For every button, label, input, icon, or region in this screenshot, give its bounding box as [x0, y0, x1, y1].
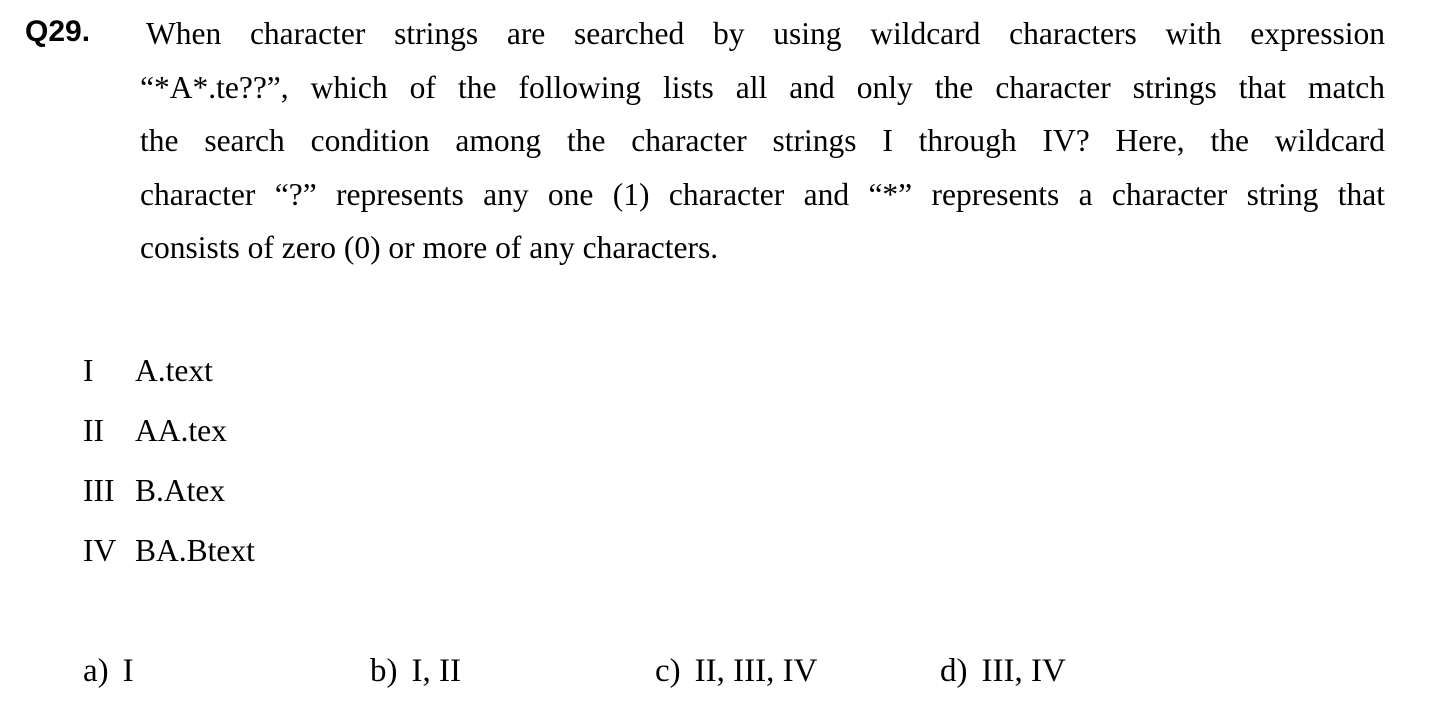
item-numeral: IV — [83, 533, 117, 568]
choice-letter: d) — [940, 653, 968, 689]
question-text: When character strings are searched by u… — [140, 7, 1385, 275]
item-string: BA.Btext — [135, 533, 255, 568]
question-line-3: the search condition among the character… — [140, 123, 1385, 158]
answer-choice-a[interactable]: a) I — [83, 645, 134, 697]
question-line-2: “*A*.te??”, which of the following lists… — [140, 69, 1385, 105]
choice-text: I — [122, 653, 134, 689]
answer-choice-b[interactable]: b) I, II — [370, 645, 461, 697]
string-item-3: III B.Atex — [83, 465, 255, 525]
question-line-4: character “?” represents any one (1) cha… — [140, 176, 1385, 212]
choice-text: II, III, IV — [694, 653, 818, 689]
item-string: B.Atex — [135, 473, 226, 508]
question-line-5: consists of zero (0) or more of any char… — [140, 230, 719, 265]
choice-letter: c) — [655, 653, 681, 689]
string-item-2: II AA.tex — [83, 405, 255, 465]
item-string: A.text — [135, 353, 213, 388]
string-item-1: I A.text — [83, 345, 255, 405]
choice-text: III, IV — [981, 653, 1066, 689]
choice-text: I, II — [411, 653, 461, 689]
answer-choice-c[interactable]: c) II, III, IV — [655, 645, 817, 697]
item-string: AA.tex — [135, 413, 227, 448]
string-list: I A.text II AA.tex III B.Atex IV BA.Btext — [83, 345, 255, 585]
item-numeral: III — [83, 473, 115, 508]
string-item-4: IV BA.Btext — [83, 525, 255, 585]
item-numeral: II — [83, 413, 104, 448]
question-line-1: When character strings are searched by u… — [146, 16, 1385, 51]
choice-letter: b) — [370, 653, 398, 689]
item-numeral: I — [83, 353, 94, 388]
choice-letter: a) — [83, 653, 109, 689]
answer-choice-d[interactable]: d) III, IV — [940, 645, 1066, 697]
question-number: Q29. — [25, 15, 91, 48]
